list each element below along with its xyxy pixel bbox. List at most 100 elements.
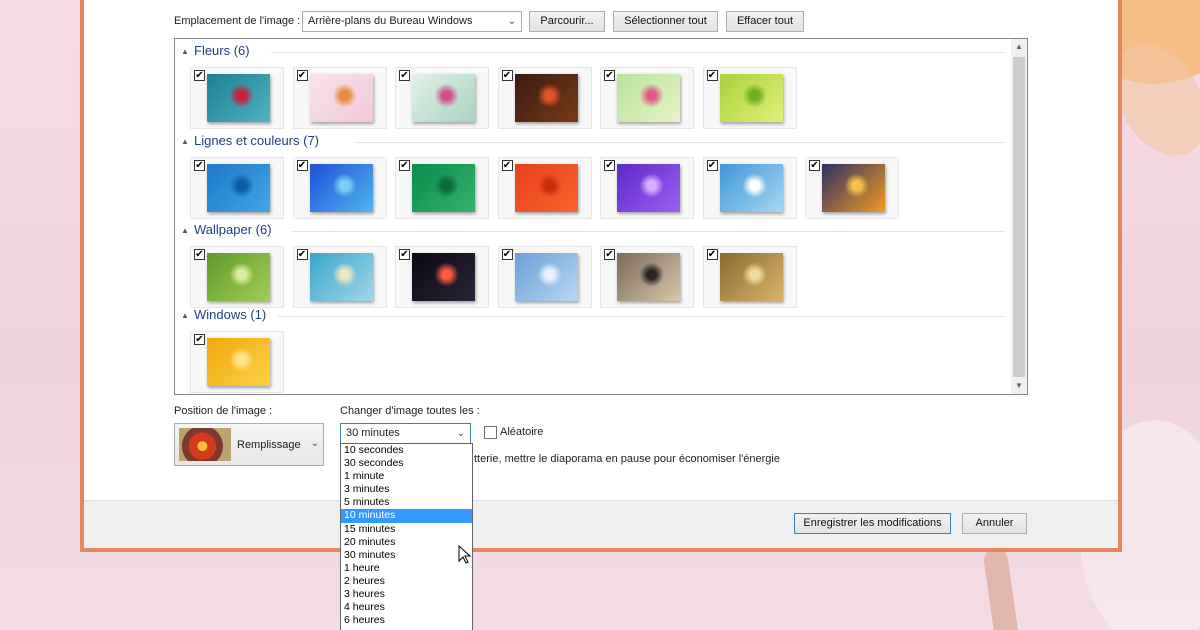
wallpaper-image <box>617 74 680 122</box>
wallpaper-checkbox[interactable]: ✔ <box>604 249 615 260</box>
wallpaper-checkbox[interactable]: ✔ <box>501 249 513 260</box>
wallpaper-thumbnail[interactable]: ✔ <box>190 331 284 393</box>
wallpaper-thumbnail[interactable]: ✔ <box>702 246 797 308</box>
scrollbar-thumb[interactable] <box>1013 57 1025 377</box>
wallpaper-thumbnail[interactable]: ✔ <box>190 67 284 129</box>
wallpaper-thumbnail[interactable]: ✔ <box>292 157 387 219</box>
wallpaper-checkbox[interactable]: ✔ <box>194 70 205 81</box>
shuffle-checkbox[interactable] <box>484 426 497 439</box>
group-title: Fleurs (6) <box>194 43 250 58</box>
wallpaper-checkbox[interactable]: ✔ <box>399 249 410 260</box>
wallpaper-checkbox[interactable]: ✔ <box>296 70 308 81</box>
wallpaper-thumbnail[interactable]: ✔ <box>497 157 592 219</box>
wallpaper-checkbox[interactable]: ✔ <box>194 249 205 260</box>
wallpaper-checkbox[interactable]: ✔ <box>399 70 410 81</box>
wallpaper-checkbox[interactable]: ✔ <box>809 160 820 171</box>
location-label: Emplacement de l'image : <box>174 15 301 27</box>
wallpaper-image <box>309 253 373 301</box>
interval-option[interactable]: 4 heures <box>341 601 472 614</box>
wallpaper-thumbnail[interactable]: ✔ <box>805 157 899 219</box>
select-all-button[interactable]: Sélectionner tout <box>613 11 718 32</box>
wallpaper-image <box>719 253 783 301</box>
wallpaper-image <box>719 74 783 122</box>
wallpaper-thumbnail[interactable]: ✔ <box>497 67 592 129</box>
group-header[interactable]: ▲ Windows (1) <box>181 307 1005 325</box>
collapse-triangle-icon[interactable]: ▲ <box>181 47 189 56</box>
interval-option[interactable]: 3 heures <box>341 588 472 601</box>
interval-option[interactable]: 2 heures <box>341 575 472 588</box>
collapse-triangle-icon[interactable]: ▲ <box>181 311 189 320</box>
wallpaper-checkbox[interactable]: ✔ <box>296 160 308 171</box>
group-header[interactable]: ▲ Wallpaper (6) <box>181 222 1005 240</box>
wallpaper-thumbnail[interactable]: ✔ <box>395 157 489 219</box>
image-gallery: ▲ Fleurs (6) ✔ ✔ ✔ ✔ ✔ ✔ ▲ Lignes et couleurs (7)… <box>174 38 1028 395</box>
wallpaper-thumbnail[interactable]: ✔ <box>190 157 284 219</box>
collapse-triangle-icon[interactable]: ▲ <box>181 226 189 235</box>
interval-option[interactable]: 30 minutes <box>341 549 472 562</box>
wallpaper-thumbnail[interactable]: ✔ <box>395 67 489 129</box>
group-header[interactable]: ▲ Fleurs (6) <box>181 43 1005 61</box>
wallpaper-image <box>207 164 270 212</box>
save-button[interactable]: Enregistrer les modifications <box>794 513 951 534</box>
wallpaper-image <box>412 253 475 301</box>
wallpaper-thumbnail[interactable]: ✔ <box>600 67 694 129</box>
location-select[interactable]: Arrière-plans du Bureau Windows ⌄ <box>302 11 522 32</box>
wallpaper-image <box>514 74 578 122</box>
wallpaper-checkbox[interactable]: ✔ <box>604 160 615 171</box>
wallpaper-thumbnail[interactable]: ✔ <box>395 246 489 308</box>
wallpaper-checkbox[interactable]: ✔ <box>194 160 205 171</box>
interval-option[interactable]: 30 secondes <box>341 457 472 470</box>
group-header[interactable]: ▲ Lignes et couleurs (7) <box>181 133 1005 151</box>
position-label: Position de l'image : <box>174 405 273 417</box>
mouse-cursor-icon <box>458 545 472 564</box>
wallpaper-image <box>309 74 373 122</box>
wallpaper-checkbox[interactable]: ✔ <box>194 334 205 345</box>
wallpaper-image <box>207 253 270 301</box>
interval-dropdown-list[interactable]: 10 secondes 30 secondes 1 minute 3 minutes 5… <box>340 443 473 630</box>
wallpaper-checkbox[interactable]: ✔ <box>501 70 513 81</box>
group-title: Lignes et couleurs (7) <box>194 133 320 148</box>
interval-option[interactable]: 15 minutes <box>341 523 472 536</box>
interval-option[interactable]: 6 heures <box>341 614 472 627</box>
position-select[interactable]: Remplissage ⌄ <box>174 423 324 466</box>
wallpaper-checkbox[interactable]: ✔ <box>296 249 308 260</box>
wallpaper-checkbox[interactable]: ✔ <box>706 249 718 260</box>
interval-label: Changer d'image toutes les : <box>340 405 480 417</box>
clear-all-button[interactable]: Effacer tout <box>726 11 804 32</box>
browse-button[interactable]: Parcourir... <box>529 11 605 32</box>
collapse-triangle-icon[interactable]: ▲ <box>181 137 189 146</box>
wallpaper-thumbnail[interactable]: ✔ <box>600 246 694 308</box>
wallpaper-image <box>514 253 578 301</box>
interval-option[interactable]: 20 minutes <box>341 536 472 549</box>
wallpaper-thumbnail[interactable]: ✔ <box>190 246 284 308</box>
wallpaper-image <box>719 164 783 212</box>
scroll-down-icon[interactable]: ▼ <box>1011 378 1027 394</box>
group-divider <box>355 142 1005 143</box>
wallpaper-image <box>514 164 578 212</box>
cancel-button[interactable]: Annuler <box>962 513 1027 534</box>
interval-option[interactable]: 3 minutes <box>341 483 472 496</box>
wallpaper-checkbox[interactable]: ✔ <box>706 70 718 81</box>
interval-option[interactable]: 1 heure <box>341 562 472 575</box>
wallpaper-checkbox[interactable]: ✔ <box>399 160 410 171</box>
interval-option[interactable]: 5 minutes <box>341 496 472 509</box>
wallpaper-checkbox[interactable]: ✔ <box>501 160 513 171</box>
interval-select-value: 30 minutes <box>346 427 400 439</box>
wallpaper-thumbnail[interactable]: ✔ <box>600 157 694 219</box>
location-select-value: Arrière-plans du Bureau Windows <box>308 15 473 27</box>
chevron-down-icon: ⌄ <box>507 16 517 27</box>
interval-select[interactable]: 30 minutes ⌄ <box>340 423 471 444</box>
gallery-scrollbar[interactable]: ▲ ▼ <box>1011 39 1027 394</box>
scroll-up-icon[interactable]: ▲ <box>1011 39 1027 55</box>
wallpaper-thumbnail[interactable]: ✔ <box>702 67 797 129</box>
interval-option[interactable]: 1 minute <box>341 470 472 483</box>
wallpaper-thumbnail[interactable]: ✔ <box>497 246 592 308</box>
interval-option[interactable]: 10 minutes <box>341 509 472 523</box>
interval-option[interactable]: 10 secondes <box>341 444 472 457</box>
wallpaper-thumbnail[interactable]: ✔ <box>292 67 387 129</box>
wallpaper-checkbox[interactable]: ✔ <box>706 160 718 171</box>
wallpaper-thumbnail[interactable]: ✔ <box>292 246 387 308</box>
wallpaper-checkbox[interactable]: ✔ <box>604 70 615 81</box>
wallpaper-image <box>617 253 680 301</box>
wallpaper-thumbnail[interactable]: ✔ <box>702 157 797 219</box>
